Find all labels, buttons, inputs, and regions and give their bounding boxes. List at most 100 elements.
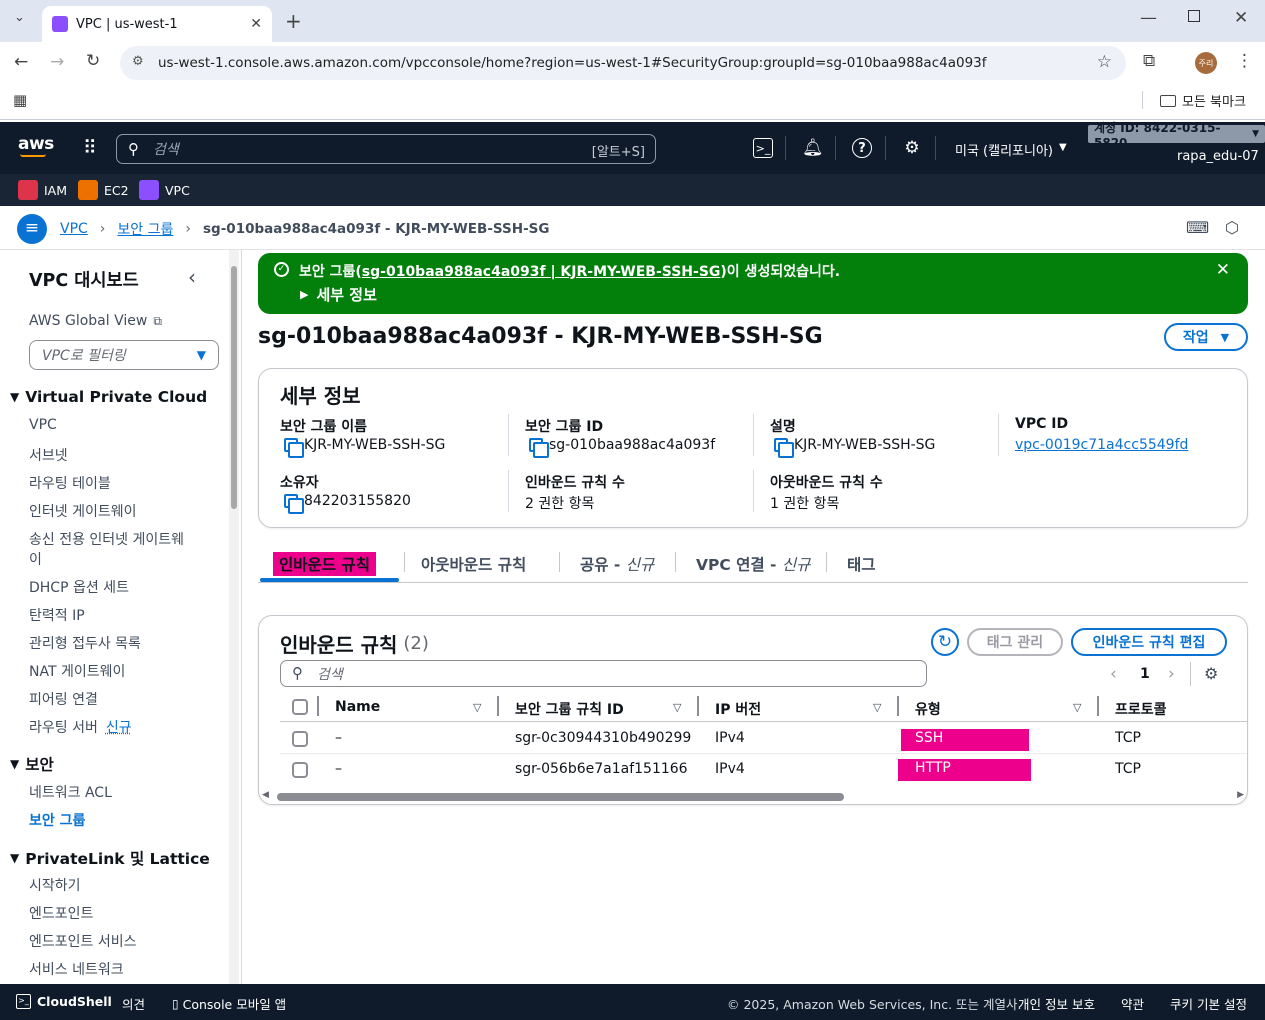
favorite-ec2[interactable]: EC2	[78, 180, 129, 200]
sidebar-item-vpc[interactable]: VPC	[29, 417, 57, 433]
sidebar-item-prefix-lists[interactable]: 관리형 접두사 목록	[29, 633, 141, 653]
region-selector[interactable]: 미국 (캘리포니아) ▼	[955, 140, 1067, 159]
actions-button[interactable]: 작업 ▼	[1164, 323, 1248, 351]
tab-outbound-rules[interactable]: 아웃바운드 규칙	[421, 553, 526, 575]
help-icon[interactable]: ?	[852, 138, 872, 158]
privacy-link[interactable]: 개인 정보 보호	[1018, 994, 1095, 1013]
browser-tab[interactable]: VPC | us-west-1 ✕	[42, 6, 272, 42]
sort-caret-icon[interactable]: ▽	[1073, 701, 1081, 714]
row-checkbox[interactable]	[292, 762, 308, 778]
table-horizontal-scrollbar[interactable]: ◀ ▶	[260, 790, 1246, 804]
profile-avatar[interactable]: 주리	[1195, 52, 1217, 74]
copy-icon[interactable]	[529, 438, 549, 458]
prev-page-icon[interactable]: ‹	[1110, 664, 1117, 684]
sidebar-item-subnets[interactable]: 서브넷	[29, 445, 68, 465]
shortcuts-icon[interactable]: ⌨	[1186, 218, 1209, 237]
flash-details-expander[interactable]: ▶ 세부 정보	[300, 284, 377, 305]
sort-caret-icon[interactable]: ▽	[873, 701, 881, 714]
rules-search-input[interactable]: ⚲ 검색	[280, 660, 927, 687]
select-all-checkbox[interactable]	[292, 699, 308, 715]
manage-tags-button[interactable]: 태그 관리	[967, 628, 1063, 656]
settings-gear-icon[interactable]: ⚙	[902, 138, 922, 158]
browser-menu-icon[interactable]: ⋮	[1236, 51, 1253, 71]
section-security[interactable]: ▼ 보안	[10, 753, 54, 775]
maximize-icon[interactable]	[1188, 10, 1200, 22]
minimize-icon[interactable]: —	[1140, 8, 1157, 28]
vpc-id-link[interactable]: vpc-0019c71a4cc5549fd	[1015, 437, 1188, 453]
tab-sharing[interactable]: 공유 - 신규	[580, 553, 654, 575]
sidebar-item-security-groups[interactable]: 보안 그룹	[29, 810, 85, 830]
bookmark-star-icon[interactable]: ☆	[1097, 52, 1112, 72]
sidebar-item-nat-gateways[interactable]: NAT 게이트웨이	[29, 661, 125, 681]
global-view-link[interactable]: AWS Global View ⧉	[29, 313, 162, 329]
sidebar-item-internet-gateways[interactable]: 인터넷 게이트웨이	[29, 501, 137, 521]
sidebar-item-endpoint-services[interactable]: 엔드포인트 서비스	[29, 931, 137, 951]
favorite-iam[interactable]: IAM	[18, 180, 67, 200]
aws-search-input[interactable]: ⚲ 검색 [알트+S]	[116, 134, 656, 164]
sidebar-item-dhcp-options[interactable]: DHCP 옵션 세트	[29, 577, 129, 597]
sidebar-item-elastic-ip[interactable]: 탄력적 IP	[29, 605, 85, 625]
sidebar-scrollbar[interactable]	[229, 250, 239, 984]
column-header-protocol[interactable]: 프로토콜	[1115, 699, 1167, 719]
extensions-icon[interactable]: ⧉	[1143, 51, 1155, 71]
apps-grid-icon[interactable]: ▦	[13, 91, 27, 109]
forward-icon[interactable]: →	[50, 52, 64, 72]
vpc-filter-select[interactable]: VPC로 필터링 ▼	[29, 340, 219, 370]
aws-logo[interactable]: aws	[18, 134, 54, 154]
account-username[interactable]: rapa_edu-07	[1177, 149, 1259, 164]
sidebar-item-endpoints[interactable]: 엔드포인트	[29, 903, 93, 923]
row-checkbox[interactable]	[292, 731, 308, 747]
column-header-type[interactable]: 유형	[915, 699, 941, 719]
sidebar-item-get-started[interactable]: 시작하기	[29, 875, 81, 895]
mobile-app-link[interactable]: ▯ Console 모바일 앱	[172, 994, 286, 1013]
flash-close-icon[interactable]: ✕	[1216, 260, 1230, 280]
feedback-link[interactable]: 의견	[122, 994, 145, 1013]
cloudshell-icon[interactable]: >_	[753, 138, 773, 158]
sidebar-item-peering[interactable]: 피어링 연결	[29, 689, 98, 709]
section-privatelink[interactable]: ▼ PrivateLink 및 Lattice	[10, 847, 210, 869]
side-nav-toggle-icon[interactable]: ≡	[17, 214, 47, 244]
copy-icon[interactable]	[774, 438, 794, 458]
back-icon[interactable]: ←	[14, 52, 28, 72]
hexagon-info-icon[interactable]: ⬡	[1225, 218, 1239, 237]
services-grid-icon[interactable]: ⠿	[80, 138, 100, 158]
reload-icon[interactable]: ↻	[86, 51, 100, 71]
notifications-bell-icon[interactable]: 🔔︎	[802, 138, 824, 158]
site-info-icon[interactable]: ⚙	[132, 54, 144, 69]
address-bar[interactable]: ⚙ us-west-1.console.aws.amazon.com/vpcco…	[120, 46, 1126, 80]
copy-icon[interactable]	[284, 438, 304, 458]
terms-link[interactable]: 약관	[1121, 994, 1144, 1013]
scrollbar-thumb[interactable]	[277, 793, 844, 801]
sidebar-item-route-tables[interactable]: 라우팅 테이블	[29, 473, 111, 493]
scrollbar-thumb[interactable]	[231, 266, 237, 509]
column-header-ip-version[interactable]: IP 버전	[715, 699, 761, 719]
sidebar-item-egress-only-igw-wrap[interactable]: 이	[29, 549, 42, 569]
edit-inbound-rules-button[interactable]: 인바운드 규칙 편집	[1071, 628, 1227, 656]
scroll-left-icon[interactable]: ◀	[262, 790, 269, 800]
scroll-right-icon[interactable]: ▶	[1237, 790, 1244, 800]
sidebar-title[interactable]: VPC 대시보드	[29, 267, 139, 292]
sort-caret-icon[interactable]: ▽	[673, 701, 681, 714]
sidebar-item-egress-only-igw[interactable]: 송신 전용 인터넷 게이트웨	[29, 529, 184, 549]
account-id-badge[interactable]: 계정 ID: 8422-0315-5820 ▼	[1088, 121, 1265, 150]
page-number[interactable]: 1	[1140, 666, 1150, 682]
refresh-icon[interactable]: ↻	[931, 628, 959, 656]
column-header-name[interactable]: Name	[335, 699, 380, 715]
cloudshell-button[interactable]: >_ CloudShell	[16, 994, 112, 1009]
tab-close-icon[interactable]: ✕	[250, 16, 262, 32]
preferences-gear-icon[interactable]: ⚙	[1204, 664, 1218, 683]
tab-list-chevron-icon[interactable]: ⌄	[14, 10, 25, 25]
favorite-vpc[interactable]: VPC	[139, 180, 190, 200]
sidebar-item-service-networks[interactable]: 서비스 네트워크	[29, 959, 124, 979]
copy-icon[interactable]	[284, 494, 304, 514]
sidebar-item-network-acl[interactable]: 네트워크 ACL	[29, 782, 112, 802]
column-header-rule-id[interactable]: 보안 그룹 규칙 ID	[515, 699, 624, 719]
tab-inbound-rules[interactable]: 인바운드 규칙	[273, 552, 376, 576]
sidebar-item-route-server[interactable]: 라우팅 서버 신규	[29, 717, 132, 737]
new-tab-icon[interactable]: +	[285, 9, 302, 33]
tab-vpc-associations[interactable]: VPC 연결 - 신규	[696, 553, 810, 575]
next-page-icon[interactable]: ›	[1168, 664, 1175, 684]
all-bookmarks[interactable]: 모든 북마크	[1160, 91, 1246, 110]
collapse-sidebar-icon[interactable]: ‹	[188, 265, 196, 289]
breadcrumb-vpc[interactable]: VPC	[60, 221, 88, 237]
